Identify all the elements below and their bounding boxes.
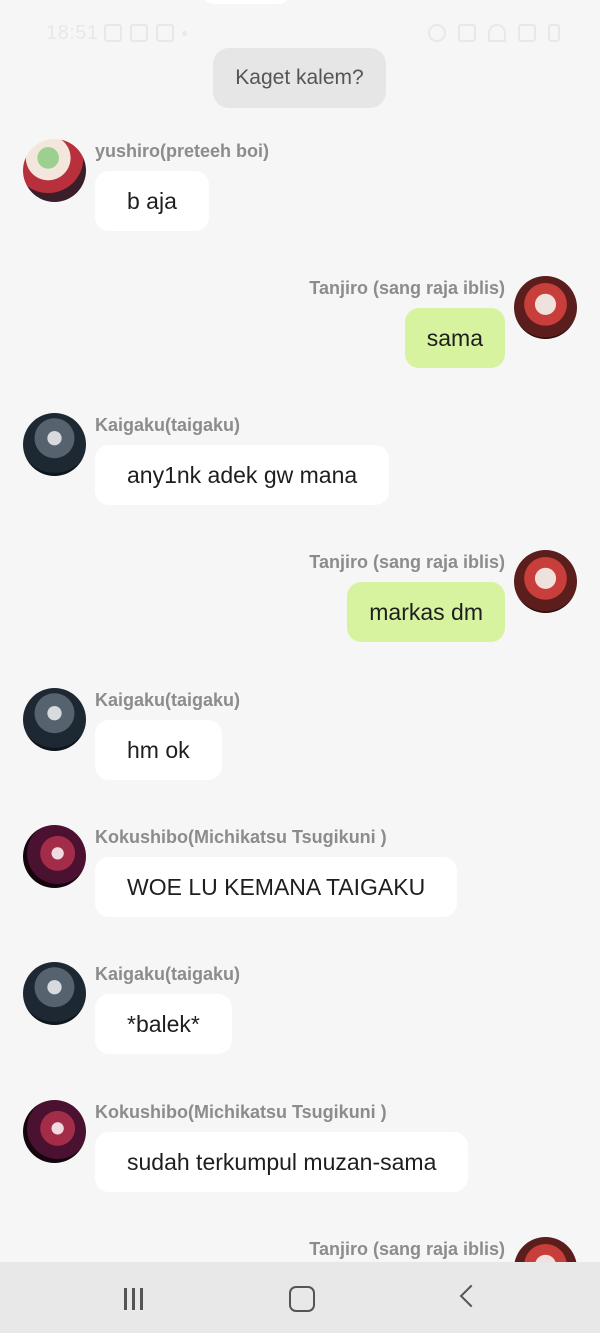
- alarm-icon: [428, 24, 446, 42]
- kaigaku-avatar[interactable]: [23, 688, 86, 751]
- sender-name: yushiro(preteeh boi): [95, 141, 270, 161]
- yushiro-avatar[interactable]: [23, 139, 86, 202]
- message-bubble[interactable]: sama: [404, 308, 505, 368]
- recents-icon[interactable]: [114, 1282, 154, 1316]
- mute-icon: [458, 24, 476, 42]
- kokushibo-avatar[interactable]: [23, 825, 86, 888]
- battery-icon: [548, 24, 560, 42]
- message-bubble[interactable]: hm ok: [95, 720, 222, 780]
- message-bubble[interactable]: WOE LU KEMANA TAIGAKU: [95, 857, 458, 917]
- sender-name: Kokushibo(Michikatsu Tsugikuni ): [95, 827, 387, 847]
- tanjiro-avatar[interactable]: [514, 550, 577, 613]
- gallery-icon: [104, 24, 122, 42]
- kokushibo-avatar[interactable]: [23, 1100, 86, 1163]
- kaigaku-avatar[interactable]: [23, 413, 86, 476]
- sender-name: Kokushibo(Michikatsu Tsugikuni ): [95, 1102, 387, 1122]
- back-icon[interactable]: [450, 1282, 490, 1316]
- kaigaku-avatar[interactable]: [23, 962, 86, 1025]
- home-icon[interactable]: [282, 1282, 322, 1316]
- message-bubble[interactable]: markas dm: [347, 582, 505, 642]
- system-message: Kaget kalem?: [213, 48, 386, 108]
- more-notifications-icon: [182, 31, 187, 36]
- sender-name: Tanjiro (sang raja iblis): [309, 1239, 505, 1259]
- sender-name: Kaigaku(taigaku): [95, 690, 241, 710]
- message-bubble[interactable]: b aja: [95, 171, 209, 231]
- tanjiro-avatar[interactable]: [514, 276, 577, 339]
- system-icons: [428, 24, 560, 42]
- image-icon: [130, 24, 148, 42]
- wifi-icon: [488, 24, 506, 42]
- sender-name: Tanjiro (sang raja iblis): [309, 552, 505, 572]
- sender-name: Tanjiro (sang raja iblis): [309, 278, 505, 298]
- sender-name: Kaigaku(taigaku): [95, 964, 241, 984]
- status-time: 18:51: [46, 22, 99, 44]
- message-bubble[interactable]: sudah terkumpul muzan-sama: [95, 1132, 469, 1192]
- message-icon: [156, 24, 174, 42]
- navigation-bar: [0, 1262, 600, 1333]
- message-bubble[interactable]: any1nk adek gw mana: [95, 445, 390, 505]
- signal-icon: [518, 24, 536, 42]
- sender-name: Kaigaku(taigaku): [95, 415, 241, 435]
- notification-icons: [104, 24, 187, 42]
- message-bubble[interactable]: *balek*: [95, 994, 232, 1054]
